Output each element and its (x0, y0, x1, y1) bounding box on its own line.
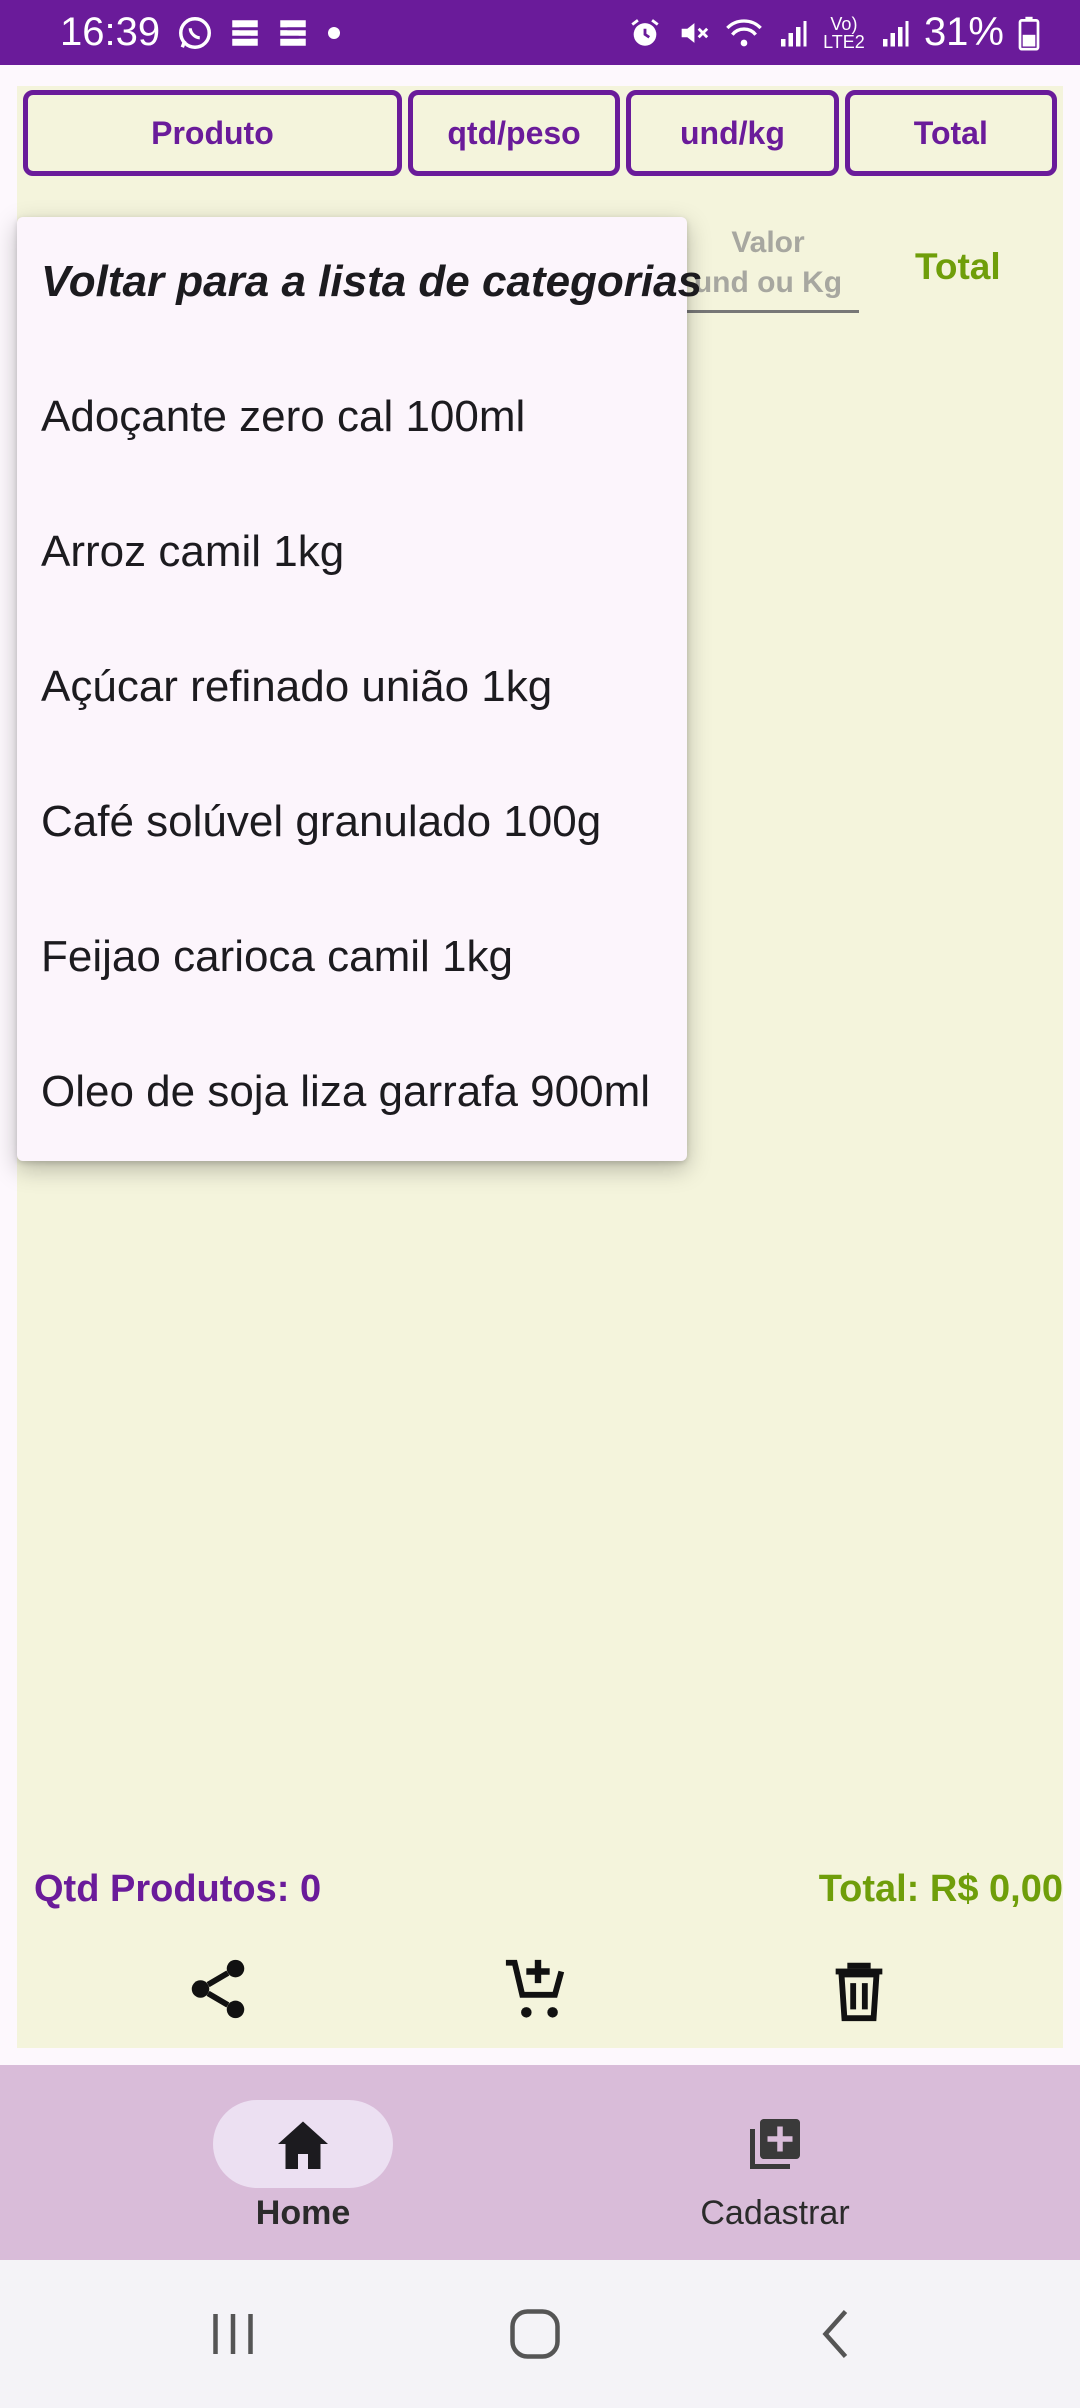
valor-input[interactable]: Valor und ou Kg (677, 226, 859, 313)
product-dropdown-menu: Voltar para a lista de categorias Adoçan… (17, 217, 702, 1161)
share-icon[interactable] (183, 1954, 253, 2024)
add-to-cart-icon[interactable] (503, 1954, 573, 2024)
menu-item[interactable]: Café solúvel granulado 100g (41, 797, 601, 847)
menu-item[interactable]: Açúcar refinado união 1kg (41, 662, 552, 712)
row-total-label: Total (915, 246, 1001, 287)
status-time: 16:39 (60, 10, 161, 54)
menu-back-to-categories[interactable]: Voltar para a lista de categorias (41, 257, 702, 307)
menu-item[interactable]: Oleo de soja liza garrafa 900ml (41, 1067, 650, 1117)
mute-icon (681, 22, 709, 43)
total-value: Total: R$ 0,00 (818, 1868, 1063, 1910)
nav-label-home: Home (255, 2194, 351, 2232)
app-s-icon (280, 19, 306, 46)
delete-icon[interactable] (824, 1954, 894, 2024)
signal-icon (780, 20, 807, 46)
system-navigation-bar (0, 2260, 1080, 2408)
dot-icon (328, 26, 341, 39)
header-qtd-peso-button[interactable]: qtd/peso (407, 90, 621, 176)
valor-hint-line1: Valor (731, 226, 805, 259)
valor-hint-line2: und ou Kg (693, 266, 843, 299)
header-total-button[interactable]: Total (844, 90, 1057, 176)
add-to-library-icon (750, 2119, 800, 2169)
back-icon[interactable] (808, 2304, 868, 2364)
column-header-row: Produto qtd/peso und/kg Total (23, 90, 1057, 176)
battery-percent: 31% (923, 10, 1004, 54)
header-produto-button[interactable]: Produto (23, 90, 402, 176)
nav-tab-cadastrar[interactable]: Cadastrar (655, 2100, 895, 2233)
network-label: Vo) LTE2 (823, 13, 865, 52)
home-icon (278, 2121, 328, 2169)
menu-item[interactable]: Feijao carioca camil 1kg (41, 932, 513, 982)
nav-label-cadastrar: Cadastrar (700, 2194, 850, 2232)
whatsapp-icon (179, 16, 212, 49)
signal-icon (882, 20, 909, 46)
nav-tab-home[interactable]: Home (183, 2100, 423, 2233)
home-button-icon[interactable] (505, 2304, 565, 2364)
header-und-kg-button[interactable]: und/kg (626, 90, 839, 176)
battery-icon (1018, 16, 1040, 51)
qtd-produtos: Qtd Produtos: 0 (34, 1868, 322, 1910)
recent-apps-icon[interactable] (203, 2304, 263, 2364)
alarm-icon (631, 18, 659, 46)
menu-item[interactable]: Adoçante zero cal 100ml (41, 392, 525, 442)
wifi-icon (726, 18, 762, 46)
app-s-icon (232, 19, 258, 46)
action-bar (0, 1954, 1080, 2034)
bottom-navigation: Home Cadastrar (0, 2065, 1080, 2260)
menu-item[interactable]: Arroz camil 1kg (41, 527, 344, 577)
status-bar: 16:39 Vo) LTE2 31% (0, 0, 1080, 65)
